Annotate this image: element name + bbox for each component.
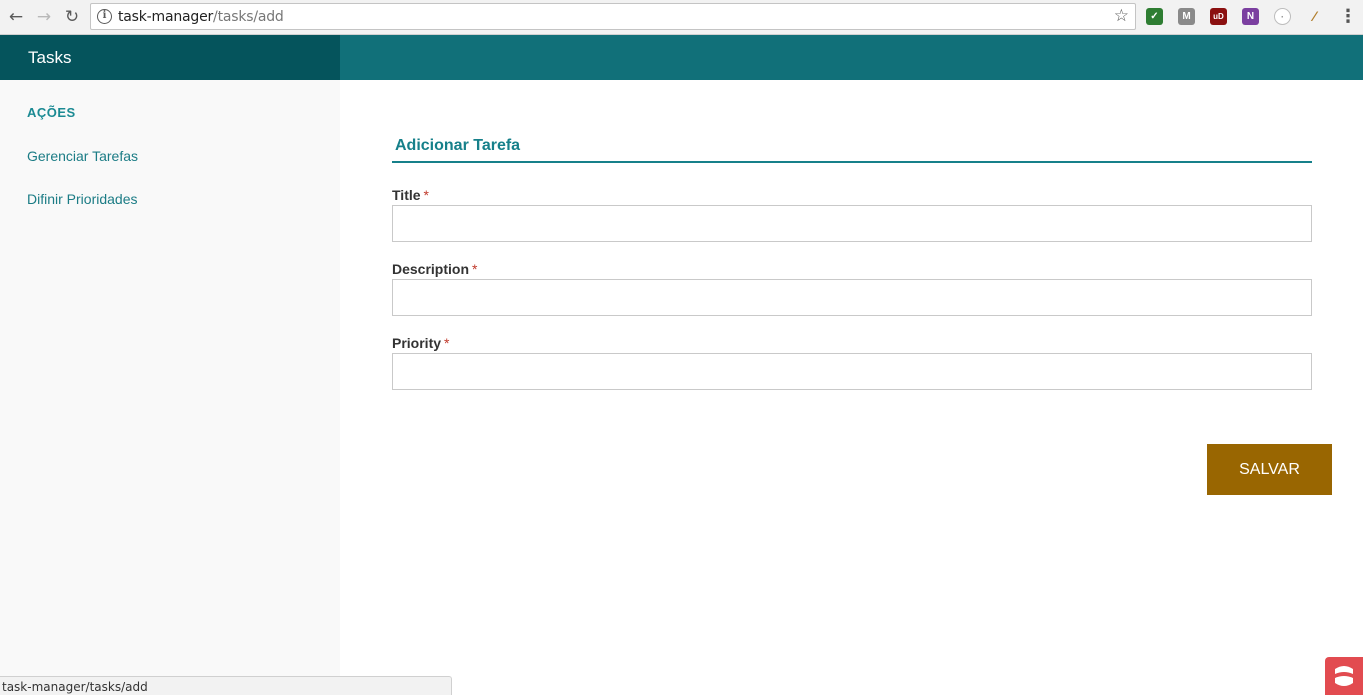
back-arrow-icon[interactable]: ← [5,6,27,28]
main-content: Adicionar Tarefa Title * Description * Pri… [340,80,1363,695]
feather-extension-icon[interactable]: ⁄ [1306,8,1323,25]
reload-icon[interactable]: ↻ [61,6,83,28]
browser-toolbar: ← → ↻ i task-manager/tasks/add ☆ ✓ M uD … [0,0,1363,35]
browser-menu-icon[interactable]: ⋮ [1339,6,1357,28]
bookmark-star-icon[interactable]: ☆ [1114,6,1129,26]
priority-label-text: Priority [392,335,442,351]
form-title-divider [392,161,1312,163]
app-header: Tasks [0,35,1363,80]
forward-arrow-icon[interactable]: → [33,6,55,28]
sidebar: AÇÕES Gerenciar Tarefas Difinir Priorida… [0,80,340,695]
required-marker: * [472,261,478,277]
title-label-text: Title [392,187,421,203]
priority-input[interactable] [392,353,1312,390]
onenote-extension-icon[interactable]: N [1242,8,1259,25]
description-input[interactable] [392,279,1312,316]
sidebar-item-gerenciar-tarefas[interactable]: Gerenciar Tarefas [27,148,138,164]
priority-label: Priority * [392,335,449,351]
address-url[interactable]: task-manager/tasks/add [118,9,284,25]
circle-extension-icon[interactable]: · [1274,8,1291,25]
ublock-extension-icon[interactable]: uD [1210,8,1227,25]
address-bar[interactable]: i task-manager/tasks/add ☆ [90,3,1136,30]
info-icon[interactable]: i [97,9,112,24]
description-label: Description * [392,261,477,277]
form-title: Adicionar Tarefa [395,137,521,154]
checkmark-extension-icon[interactable]: ✓ [1146,8,1163,25]
description-label-text: Description [392,261,470,277]
brand-area: Tasks [0,35,340,80]
title-label: Title * [392,187,429,203]
m-extension-icon[interactable]: M [1178,8,1195,25]
required-marker: * [423,187,429,203]
sidebar-heading: AÇÕES [27,105,76,120]
app-title[interactable]: Tasks [28,48,71,68]
save-button[interactable]: SALVAR [1207,444,1332,495]
sidebar-item-difinir-prioridades[interactable]: Difinir Prioridades [27,191,137,207]
title-input[interactable] [392,205,1312,242]
status-bar: task-manager/tasks/add [0,676,452,695]
required-marker: * [444,335,450,351]
corner-logo-icon[interactable] [1325,657,1363,695]
